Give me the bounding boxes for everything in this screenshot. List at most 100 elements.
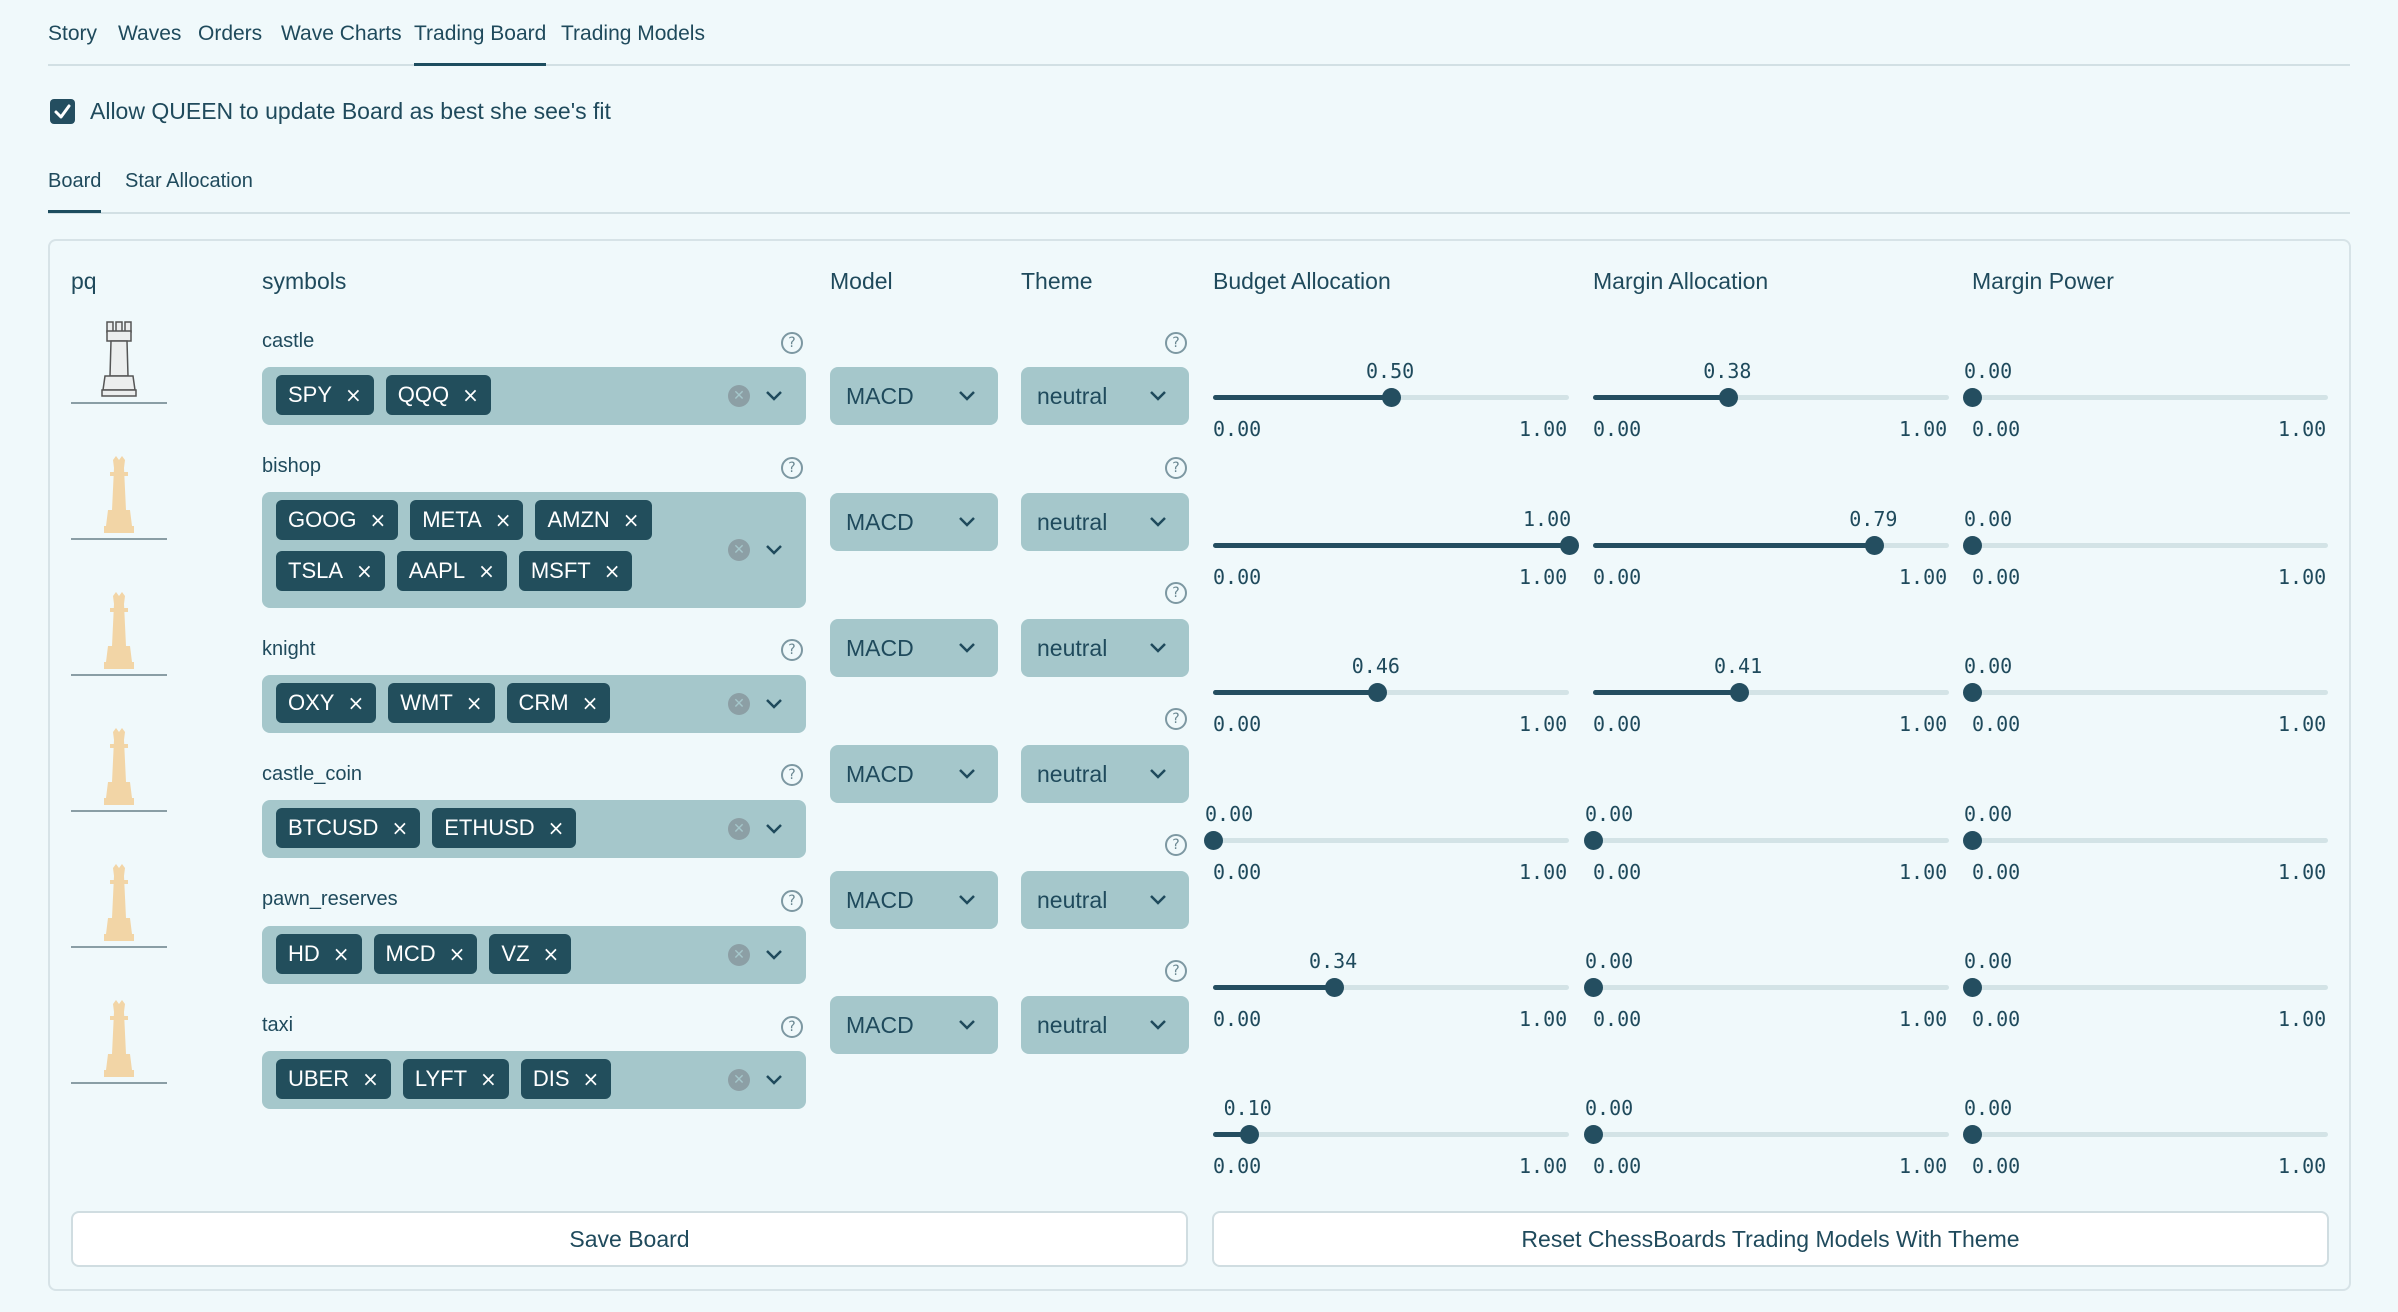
model-select-taxi[interactable]: MACD [830, 996, 998, 1054]
tab-trading-board[interactable]: Trading Board [414, 22, 547, 66]
remove-chip-icon[interactable]: × [543, 942, 560, 966]
help-icon[interactable]: ? [1165, 708, 1187, 730]
help-icon[interactable]: ? [1165, 960, 1187, 982]
help-icon[interactable]: ? [781, 457, 803, 479]
slider-track[interactable] [1972, 838, 2328, 843]
slider-track[interactable] [1972, 690, 2328, 695]
slider-thumb[interactable] [1963, 683, 1982, 702]
help-icon[interactable]: ? [781, 1016, 803, 1038]
slider-track[interactable] [1213, 838, 1569, 843]
chevron-down-icon[interactable] [765, 823, 783, 835]
remove-chip-icon[interactable]: × [583, 1067, 600, 1091]
slider-thumb[interactable] [1204, 831, 1223, 850]
remove-chip-icon[interactable]: × [347, 691, 364, 715]
remove-chip-icon[interactable]: × [333, 942, 350, 966]
slider-thumb[interactable] [1963, 536, 1982, 555]
clear-all-icon[interactable]: ✕ [728, 539, 750, 561]
slider-track[interactable] [1593, 1132, 1949, 1137]
subtab-board[interactable]: Board [48, 170, 102, 213]
remove-chip-icon[interactable]: × [356, 559, 373, 583]
subtab-star-allocation[interactable]: Star Allocation [125, 170, 253, 193]
remove-chip-icon[interactable]: × [466, 691, 483, 715]
slider-track[interactable] [1972, 1132, 2328, 1137]
tab-trading-models[interactable]: Trading Models [561, 22, 705, 46]
slider-track[interactable] [1593, 395, 1949, 400]
remove-chip-icon[interactable]: × [495, 508, 512, 532]
symbols-multiselect-pawn-reserves[interactable]: HD × MCD × VZ × ✕ [262, 926, 806, 984]
model-select-knight[interactable]: MACD [830, 619, 998, 677]
help-icon[interactable]: ? [1165, 834, 1187, 856]
symbols-multiselect-bishop[interactable]: GOOG × META × AMZN × TSLA × AAPL × MSFT × ✕ [262, 492, 806, 608]
slider-track[interactable] [1213, 985, 1569, 990]
slider-track[interactable] [1972, 543, 2328, 548]
theme-select-taxi[interactable]: neutral [1021, 996, 1189, 1054]
slider-thumb[interactable] [1239, 1125, 1259, 1144]
remove-chip-icon[interactable]: × [369, 508, 386, 532]
clear-all-icon[interactable]: ✕ [728, 693, 750, 715]
remove-chip-icon[interactable]: × [604, 559, 621, 583]
remove-chip-icon[interactable]: × [345, 383, 362, 407]
clear-all-icon[interactable]: ✕ [728, 818, 750, 840]
theme-select-castle-coin[interactable]: neutral [1021, 745, 1189, 803]
slider-thumb[interactable] [1325, 978, 1345, 997]
clear-all-icon[interactable]: ✕ [728, 944, 750, 966]
chevron-down-icon[interactable] [765, 544, 783, 556]
slider-thumb[interactable] [1963, 978, 1982, 997]
clear-all-icon[interactable]: ✕ [728, 385, 750, 407]
symbols-multiselect-castle[interactable]: SPY × QQQ × ✕ [262, 367, 806, 425]
remove-chip-icon[interactable]: × [462, 383, 479, 407]
help-icon[interactable]: ? [1165, 332, 1187, 354]
clear-all-icon[interactable]: ✕ [728, 1069, 750, 1091]
slider-track[interactable] [1213, 543, 1569, 548]
help-icon[interactable]: ? [781, 890, 803, 912]
help-icon[interactable]: ? [781, 639, 803, 661]
symbols-multiselect-taxi[interactable]: UBER × LYFT × DIS × ✕ [262, 1051, 806, 1109]
slider-track[interactable] [1972, 395, 2328, 400]
tab-wave-charts[interactable]: Wave Charts [281, 22, 402, 46]
queen-update-checkbox[interactable] [50, 99, 75, 124]
slider-thumb[interactable] [1367, 683, 1387, 702]
queen-update-label[interactable]: Allow QUEEN to update Board as best she … [90, 98, 611, 125]
save-board-button[interactable]: Save Board [71, 1211, 1188, 1267]
slider-track[interactable] [1593, 838, 1949, 843]
help-icon[interactable]: ? [1165, 457, 1187, 479]
theme-select-pawn-reserves[interactable]: neutral [1021, 871, 1189, 929]
slider-thumb[interactable] [1963, 831, 1982, 850]
chevron-down-icon[interactable] [765, 698, 783, 710]
symbols-multiselect-castle-coin[interactable]: BTCUSD × ETHUSD × ✕ [262, 800, 806, 858]
chevron-down-icon[interactable] [765, 949, 783, 961]
theme-select-castle[interactable]: neutral [1021, 367, 1189, 425]
remove-chip-icon[interactable]: × [623, 508, 640, 532]
remove-chip-icon[interactable]: × [449, 942, 466, 966]
remove-chip-icon[interactable]: × [582, 691, 599, 715]
tab-orders[interactable]: Orders [198, 22, 262, 46]
tab-waves[interactable]: Waves [118, 22, 181, 46]
slider-track[interactable] [1213, 690, 1569, 695]
slider-thumb[interactable] [1963, 1125, 1982, 1144]
help-icon[interactable]: ? [781, 332, 803, 354]
model-select-castle[interactable]: MACD [830, 367, 998, 425]
slider-track[interactable] [1972, 985, 2328, 990]
slider-thumb[interactable] [1729, 683, 1749, 702]
slider-track[interactable] [1593, 690, 1949, 695]
help-icon[interactable]: ? [1165, 582, 1187, 604]
symbols-multiselect-knight[interactable]: OXY × WMT × CRM × ✕ [262, 675, 806, 733]
slider-thumb[interactable] [1382, 388, 1401, 407]
reset-chessboards-button[interactable]: Reset ChessBoards Trading Models With Th… [1212, 1211, 2329, 1267]
slider-thumb[interactable] [1560, 536, 1579, 555]
slider-track[interactable] [1593, 543, 1949, 548]
slider-thumb[interactable] [1963, 388, 1982, 407]
slider-track[interactable] [1593, 985, 1949, 990]
remove-chip-icon[interactable]: × [362, 1067, 379, 1091]
remove-chip-icon[interactable]: × [480, 1067, 497, 1091]
chevron-down-icon[interactable] [765, 390, 783, 402]
model-select-bishop[interactable]: MACD [830, 493, 998, 551]
help-icon[interactable]: ? [781, 764, 803, 786]
theme-select-bishop[interactable]: neutral [1021, 493, 1189, 551]
chevron-down-icon[interactable] [765, 1074, 783, 1086]
remove-chip-icon[interactable]: × [478, 559, 495, 583]
model-select-castle-coin[interactable]: MACD [830, 745, 998, 803]
slider-thumb[interactable] [1584, 831, 1603, 850]
remove-chip-icon[interactable]: × [391, 816, 408, 840]
slider-thumb[interactable] [1584, 1125, 1603, 1144]
